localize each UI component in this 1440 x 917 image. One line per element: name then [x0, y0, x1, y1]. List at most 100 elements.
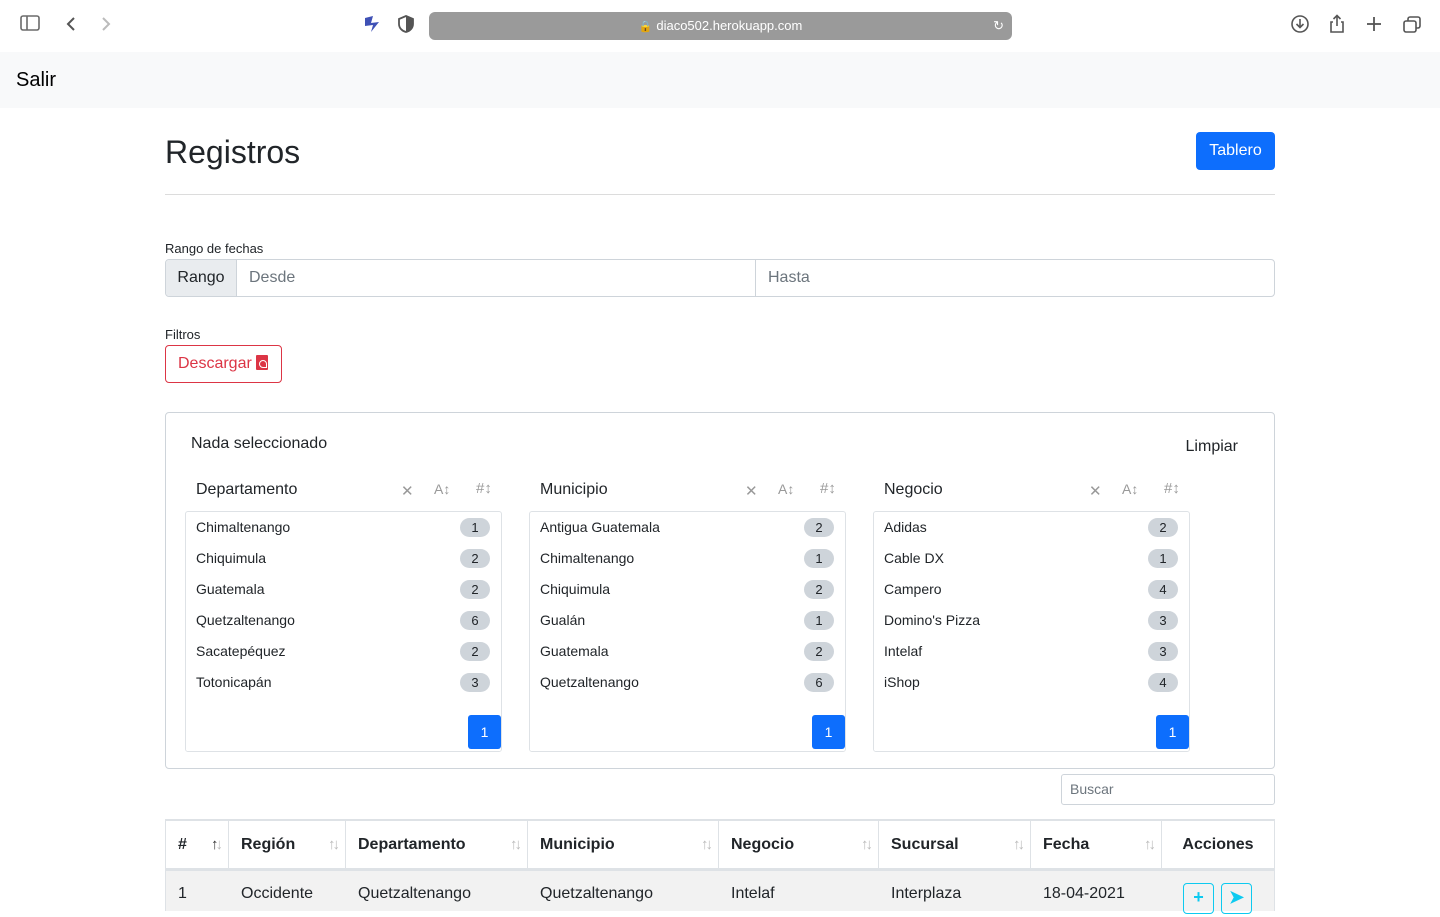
sort-alpha-icon[interactable]: A↕	[778, 481, 794, 497]
browser-toolbar: 🔒 diaco502.herokuapp.com ↻	[0, 0, 1440, 52]
filter-item-label: Intelaf	[884, 643, 923, 659]
date-range-group: Rango Desde Hasta	[165, 259, 1275, 297]
filter-list: Antigua Guatemala 2 Chimaltenango 1 Chiquimu…	[529, 511, 846, 752]
sidebar-toggle-icon[interactable]	[18, 14, 42, 38]
filter-list-item[interactable]: Campero 4	[874, 574, 1189, 605]
count-badge: 3	[460, 673, 490, 692]
download-icon[interactable]	[1288, 14, 1312, 38]
filter-list-item[interactable]: Antigua Guatemala 2	[530, 512, 845, 543]
count-badge: 2	[804, 642, 834, 661]
column-header-fecha[interactable]: Fecha ↑↓	[1031, 821, 1162, 869]
filter-list-item[interactable]: Quetzaltenango 6	[530, 667, 845, 698]
count-badge: 2	[804, 580, 834, 599]
share-row-button[interactable]: ➤	[1221, 883, 1252, 914]
sort-numeric-icon[interactable]: #↕	[476, 480, 492, 497]
address-bar[interactable]: 🔒 diaco502.herokuapp.com ↻	[429, 12, 1012, 40]
column-header-negocio[interactable]: Negocio ↑↓	[719, 821, 879, 869]
column-header-departamento[interactable]: Departamento ↑↓	[346, 821, 528, 869]
filter-list-item[interactable]: Chiquimula 2	[530, 574, 845, 605]
sort-icon[interactable]: ↑↓	[701, 821, 713, 869]
sort-alpha-icon[interactable]: A↕	[434, 481, 450, 497]
filter-list-item[interactable]: Chiquimula 2	[186, 543, 501, 574]
count-badge: 2	[804, 518, 834, 537]
sort-icon[interactable]: ↑↓	[328, 821, 340, 869]
column-header-region[interactable]: Región ↑↓	[229, 821, 346, 869]
sort-icon[interactable]: ↑↓	[861, 821, 873, 869]
sort-numeric-icon[interactable]: #↕	[820, 480, 836, 497]
filter-list-item[interactable]: Intelaf 3	[874, 636, 1189, 667]
tablero-button[interactable]: Tablero	[1196, 132, 1275, 170]
privacy-shield-icon[interactable]	[394, 14, 418, 38]
new-tab-icon[interactable]	[1362, 14, 1386, 38]
clear-column-icon[interactable]: ✕	[1089, 482, 1102, 500]
filter-list-item[interactable]: Cable DX 1	[874, 543, 1189, 574]
pagination-button[interactable]: 1	[1156, 715, 1189, 749]
clear-column-icon[interactable]: ✕	[401, 482, 414, 500]
filter-item-label: Totonicapán	[196, 674, 272, 690]
add-row-button[interactable]: +	[1183, 883, 1214, 914]
sort-numeric-icon[interactable]: #↕	[1164, 480, 1180, 497]
plus-icon: +	[1193, 887, 1204, 907]
filter-panel: Nada seleccionado Limpiar Departamento ✕ A…	[165, 412, 1275, 769]
filter-list: Adidas 2 Cable DX 1 Campero 4 Domino's Pizza 3 I…	[873, 511, 1190, 752]
sort-icon[interactable]: ↑↓	[1144, 821, 1156, 869]
filter-list-item[interactable]: Adidas 2	[874, 512, 1189, 543]
forward-icon[interactable]	[94, 14, 118, 38]
clear-filters-button[interactable]: Limpiar	[1186, 438, 1238, 456]
list-overflow-mask	[530, 704, 845, 751]
count-badge: 4	[1148, 580, 1178, 599]
filter-item-label: iShop	[884, 674, 920, 690]
cell-sucursal: Interplaza	[891, 885, 962, 902]
tabs-overview-icon[interactable]	[1400, 14, 1424, 38]
cell-negocio: Intelaf	[731, 885, 775, 902]
table-header: # ↑↓ Región ↑↓ Departamento ↑↓ Municipio ↑↓ …	[165, 821, 1275, 871]
sort-icon[interactable]: ↑↓	[510, 821, 522, 869]
filter-column-title: Municipio	[540, 481, 608, 498]
filter-column-departamento: Departamento ✕ A↕ #↕ Chimaltenango 1 Chiquimul…	[185, 473, 502, 752]
filter-list-item[interactable]: iShop 4	[874, 667, 1189, 698]
records-table: # ↑↓ Región ↑↓ Departamento ↑↓ Municipio ↑↓ …	[165, 819, 1275, 914]
pagination-button[interactable]: 1	[812, 715, 845, 749]
sort-icon[interactable]: ↑↓	[1013, 821, 1025, 869]
filter-list-item[interactable]: Gualán 1	[530, 605, 845, 636]
filter-list-item[interactable]: Domino's Pizza 3	[874, 605, 1189, 636]
count-badge: 2	[1148, 518, 1178, 537]
filter-list-item[interactable]: Guatemala 2	[530, 636, 845, 667]
filter-column-negocio: Negocio ✕ A↕ #↕ Adidas 2 Cable DX 1 Campero 4 Domi…	[873, 473, 1190, 752]
share-icon[interactable]	[1325, 14, 1349, 38]
address-bar-url: diaco502.herokuapp.com	[656, 18, 803, 33]
count-badge: 1	[804, 549, 834, 568]
filter-column-header: Departamento ✕ A↕ #↕	[185, 473, 502, 509]
date-to-input[interactable]: Hasta	[756, 260, 1274, 296]
download-pdf-button[interactable]: Descargar	[165, 345, 282, 383]
extension-icon[interactable]	[360, 14, 384, 38]
page-title: Registros	[165, 134, 301, 170]
filter-item-label: Guatemala	[196, 581, 265, 597]
filter-list-item[interactable]: Totonicapán 3	[186, 667, 501, 698]
filter-list-item[interactable]: Guatemala 2	[186, 574, 501, 605]
pagination-button[interactable]: 1	[468, 715, 501, 749]
filter-list-item[interactable]: Quetzaltenango 6	[186, 605, 501, 636]
divider	[165, 194, 1275, 195]
pdf-file-icon	[255, 355, 268, 370]
filter-item-label: Guatemala	[540, 643, 609, 659]
sort-alpha-icon[interactable]: A↕	[1122, 481, 1138, 497]
sort-asc-icon[interactable]: ↑↓	[211, 821, 223, 869]
filter-list-item[interactable]: Sacatepéquez 2	[186, 636, 501, 667]
reload-icon[interactable]: ↻	[993, 12, 1004, 40]
back-icon[interactable]	[59, 14, 83, 38]
column-header-municipio[interactable]: Municipio ↑↓	[528, 821, 719, 869]
column-header-sucursal[interactable]: Sucursal ↑↓	[879, 821, 1031, 869]
filter-item-label: Chiquimula	[540, 581, 611, 597]
clear-column-icon[interactable]: ✕	[745, 482, 758, 500]
filter-list-item[interactable]: Chimaltenango 1	[186, 512, 501, 543]
cell-municipio: Quetzaltenango	[540, 885, 653, 902]
column-header-acciones: Acciones	[1182, 836, 1254, 853]
count-badge: 1	[804, 611, 834, 630]
logout-link[interactable]: Salir	[16, 69, 56, 92]
search-input[interactable]: Buscar	[1061, 774, 1275, 805]
date-from-input[interactable]: Desde	[237, 260, 756, 296]
column-header-number[interactable]: # ↑↓	[166, 821, 229, 869]
filter-item-label: Campero	[884, 581, 942, 597]
filter-list-item[interactable]: Chimaltenango 1	[530, 543, 845, 574]
